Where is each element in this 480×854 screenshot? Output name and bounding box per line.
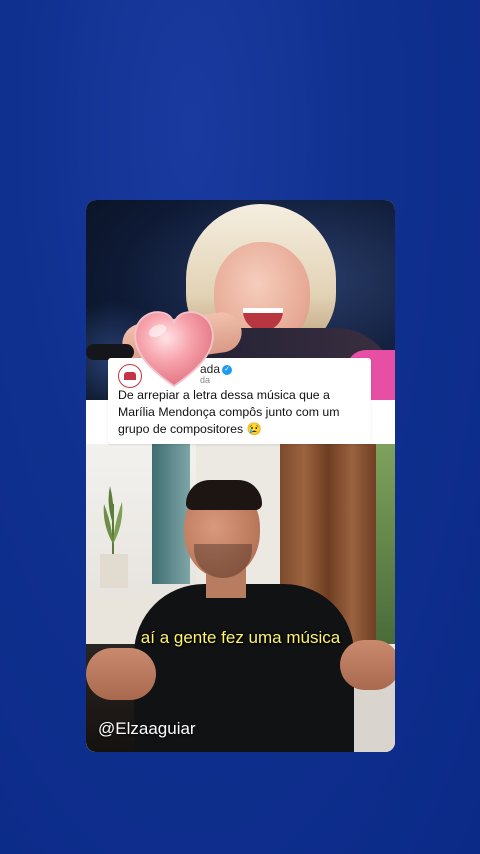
heart-icon — [134, 311, 214, 388]
man-left-arm — [86, 648, 156, 700]
post-card[interactable]: aí a gente fez uma música @Elzaaguiar — [86, 200, 395, 752]
man-hair — [186, 480, 262, 510]
video-player[interactable] — [86, 444, 395, 752]
glass-door — [152, 444, 190, 584]
plant-pot — [100, 554, 128, 588]
verified-badge-icon: ✓ — [222, 364, 233, 375]
creator-watermark[interactable]: @Elzaaguiar — [98, 719, 196, 739]
outdoor-greenery — [376, 444, 395, 644]
video-caption: aí a gente fez uma música — [140, 628, 341, 647]
